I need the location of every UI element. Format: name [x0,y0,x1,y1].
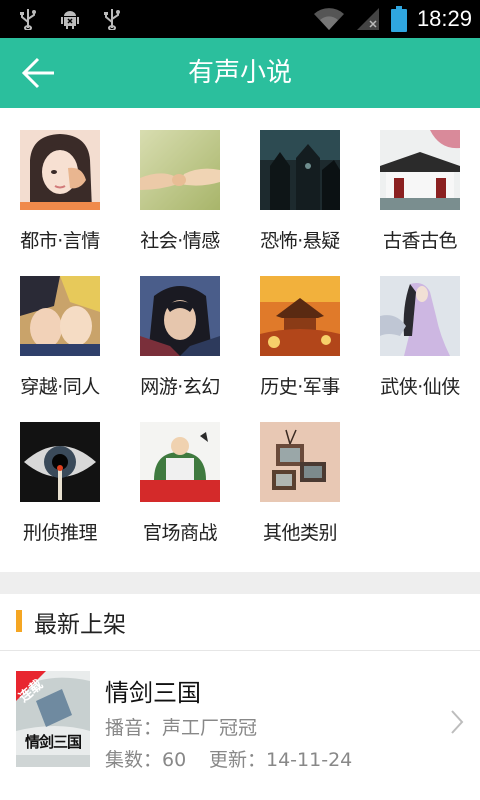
book-list-item[interactable]: 连载 情剑三国 情剑三国 播音：声工厂冠冠 集数：60 更新：14-11-24 [0,651,480,800]
category-society-emotion[interactable]: 社会·情感 [120,108,240,254]
category-label: 恐怖·悬疑 [260,230,340,252]
category-thumbnail [140,130,220,210]
category-thumbnail [260,130,340,210]
category-horror-suspense[interactable]: 恐怖·悬疑 [240,108,360,254]
category-thumbnail [380,130,460,210]
battery-icon [390,6,407,32]
category-thumbnail [20,130,100,210]
category-game-fantasy[interactable]: 网游·玄幻 [120,254,240,400]
cover-title-text: 情剑三国 [24,733,82,751]
category-label: 官场商战 [142,522,218,544]
wifi-icon [313,8,344,30]
category-thumbnail [140,276,220,356]
android-debug-icon [61,11,79,29]
book-episodes: 集数：60 [105,749,187,771]
category-label: 刑侦推理 [22,522,98,544]
book-cover: 连载 情剑三国 [16,671,90,767]
app-toolbar: 有声小说 [0,38,480,108]
latest-section-header: 最新上架 [0,594,480,651]
section-title: 最新上架 [34,612,126,638]
category-other[interactable]: 其他类别 [240,400,360,546]
category-grid: 都市·言情 社会·情感 恐怖·悬疑 古香古色 穿越·同人 网游·玄幻 历史·军事… [0,108,480,572]
category-label: 穿越·同人 [20,376,100,398]
usb-icon [20,9,36,30]
system-icons: 18:29 [313,6,472,32]
category-label: 都市·言情 [20,230,100,252]
category-label: 武侠·仙侠 [380,376,460,398]
category-thumbnail [20,422,100,502]
category-officialdom-business[interactable]: 官场商战 [120,400,240,546]
category-label: 社会·情感 [140,230,220,252]
category-detective[interactable]: 刑侦推理 [0,400,120,546]
book-updated: 更新：14-11-24 [209,749,353,771]
category-thumbnail [260,422,340,502]
section-divider [0,572,480,594]
chevron-right-icon [451,710,464,734]
usb-icon [104,9,120,30]
page-title: 有声小说 [187,58,292,88]
category-time-travel[interactable]: 穿越·同人 [0,254,120,400]
category-thumbnail [20,276,100,356]
book-narrator: 播音：声工厂冠冠 [105,717,258,739]
category-urban-romance[interactable]: 都市·言情 [0,108,120,254]
category-classical[interactable]: 古香古色 [360,108,480,254]
category-thumbnail [140,422,220,502]
status-bar: 18:29 [0,0,480,38]
section-marker [16,610,22,632]
back-arrow-icon[interactable] [22,57,56,89]
category-history-military[interactable]: 历史·军事 [240,254,360,400]
category-label: 其他类别 [262,522,338,544]
category-label: 历史·军事 [260,376,340,398]
notification-icons [18,8,122,30]
category-label: 网游·玄幻 [140,376,220,398]
category-label: 古香古色 [382,230,458,252]
category-thumbnail [380,276,460,356]
category-thumbnail [260,276,340,356]
signal-icon [356,8,379,30]
book-title: 情剑三国 [105,679,201,707]
category-wuxia-xianxia[interactable]: 武侠·仙侠 [360,254,480,400]
clock: 18:29 [416,6,472,31]
